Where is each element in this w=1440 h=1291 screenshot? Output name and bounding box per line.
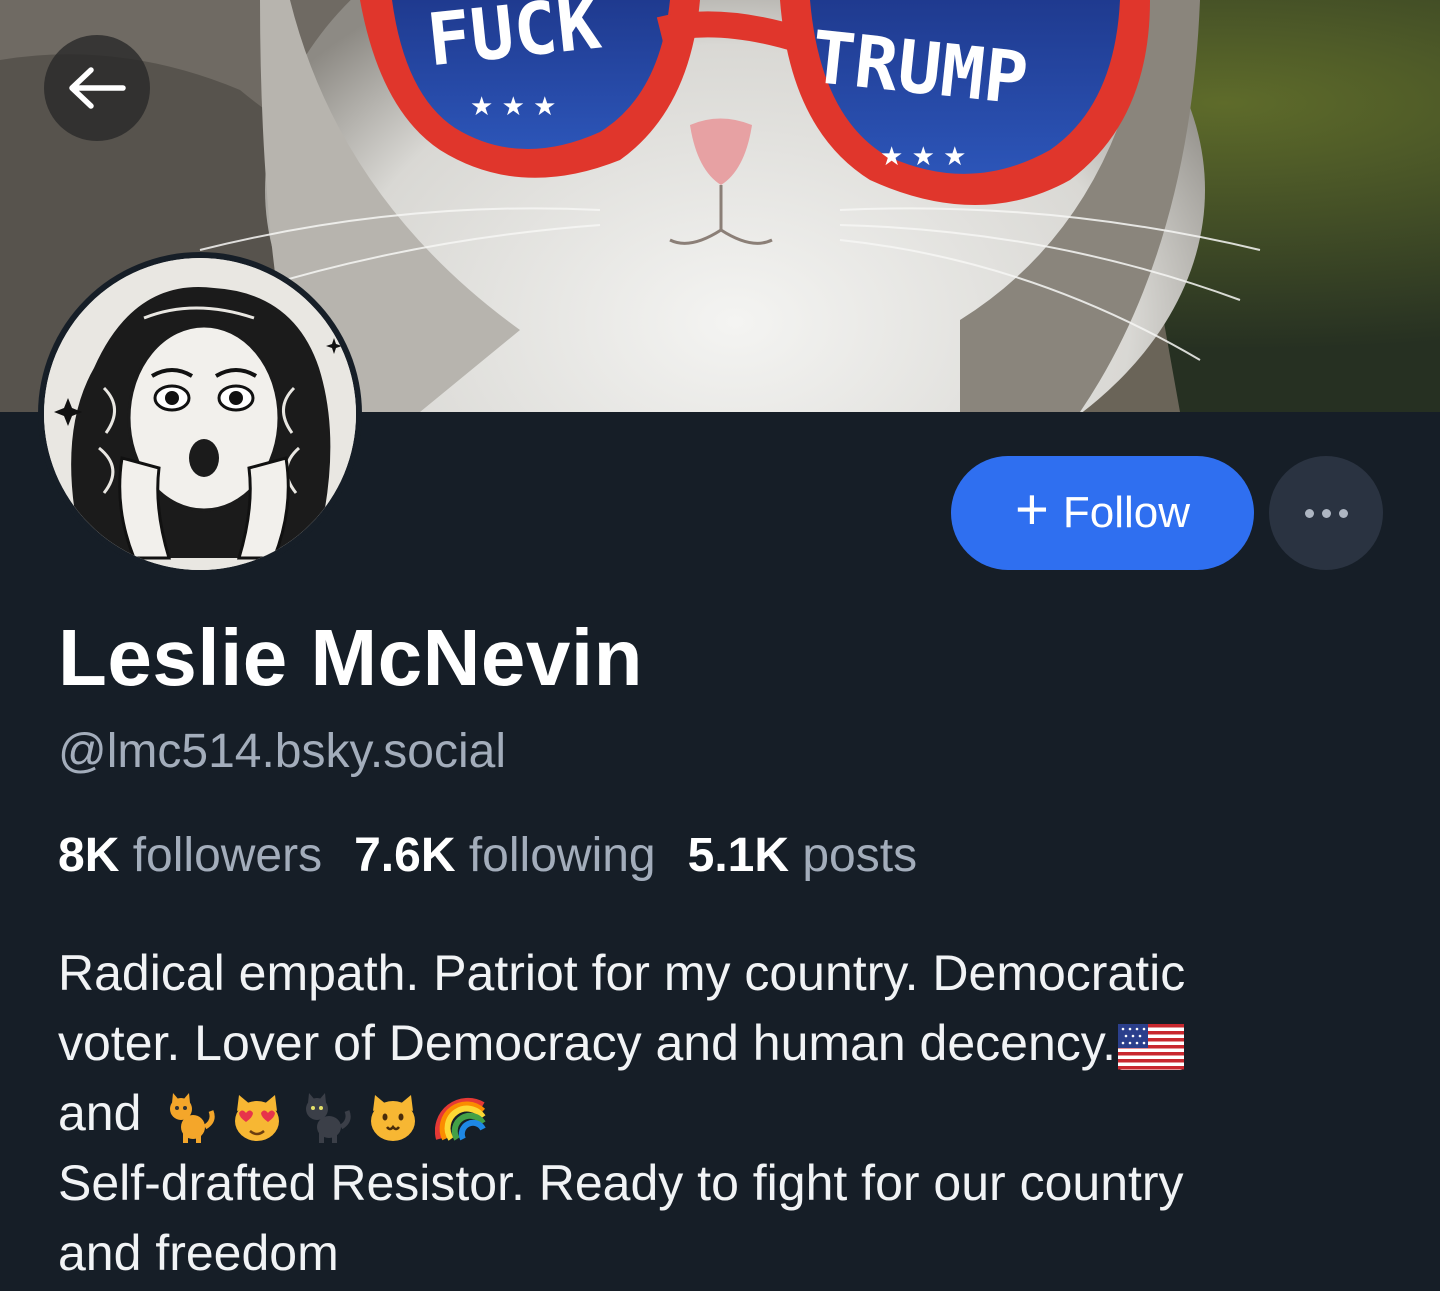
rainbow-emoji bbox=[435, 1097, 487, 1141]
black-cat-emoji bbox=[306, 1092, 352, 1143]
us-flag-emoji bbox=[1117, 1023, 1184, 1070]
ellipsis-icon bbox=[1301, 508, 1352, 518]
plus-icon: + bbox=[1014, 477, 1049, 542]
svg-text:★ ★ ★: ★ ★ ★ bbox=[470, 92, 556, 122]
followers-count: 8K bbox=[58, 829, 120, 882]
posts-label: posts bbox=[802, 829, 918, 882]
profile-page: ★ ★ ★ ★ ★ ★ FUCK TRUMP + Follow Leslie M… bbox=[0, 0, 1440, 1291]
bio-line: and freedom bbox=[58, 1225, 339, 1281]
bio-text: voter. Lover of Democracy and human dece… bbox=[58, 1015, 1116, 1071]
cat-face-emoji bbox=[371, 1094, 416, 1141]
bio-text: and bbox=[58, 1085, 142, 1141]
display-name: Leslie McNevin bbox=[58, 613, 644, 702]
follow-button[interactable]: + Follow bbox=[951, 456, 1254, 570]
svg-text:★ ★ ★: ★ ★ ★ bbox=[880, 142, 966, 172]
followers-stat[interactable]: 8K followers bbox=[58, 828, 322, 883]
posts-stat: 5.1K posts bbox=[688, 828, 917, 883]
profile-stats: 8K followers 7.6K following 5.1K posts bbox=[58, 828, 917, 883]
more-options-button[interactable] bbox=[1269, 456, 1383, 570]
following-label: following bbox=[468, 829, 656, 882]
bio-line: Radical empath. Patriot for my country. … bbox=[58, 945, 1186, 1001]
bio-line: and bbox=[58, 1078, 1378, 1148]
bio-line: Self-drafted Resistor. Ready to fight fo… bbox=[58, 1155, 1184, 1211]
cat-emoji bbox=[170, 1092, 216, 1143]
heart-eyes-cat-emoji bbox=[235, 1094, 280, 1141]
follow-button-label: Follow bbox=[1062, 488, 1191, 537]
posts-count: 5.1K bbox=[687, 829, 790, 882]
bio-line: voter. Lover of Democracy and human dece… bbox=[58, 1008, 1378, 1078]
avatar[interactable] bbox=[38, 252, 362, 576]
profile-bio: Radical empath. Patriot for my country. … bbox=[58, 938, 1378, 1288]
profile-handle: @lmc514.bsky.social bbox=[58, 725, 506, 778]
following-count: 7.6K bbox=[354, 829, 456, 882]
followers-label: followers bbox=[132, 829, 323, 882]
following-stat[interactable]: 7.6K following bbox=[354, 828, 656, 883]
back-button[interactable] bbox=[44, 35, 150, 141]
arrow-left-icon bbox=[69, 67, 126, 109]
avatar-image bbox=[44, 258, 356, 570]
